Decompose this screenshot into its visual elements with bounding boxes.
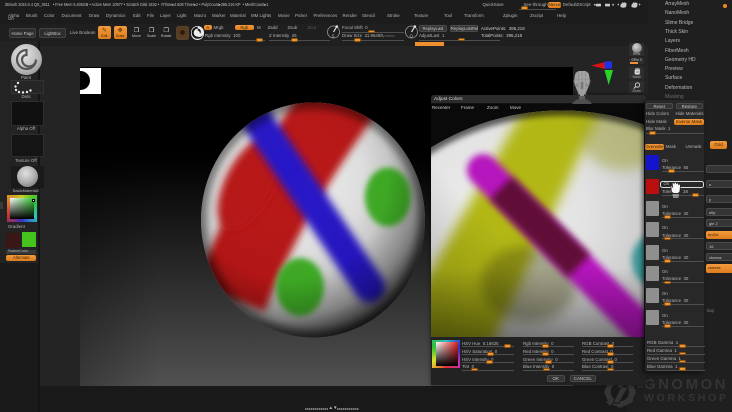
svg-text:O: O — [410, 33, 414, 38]
svg-text:WORKSHOP: WORKSHOP — [644, 392, 726, 404]
svg-text:GNOMON: GNOMON — [644, 376, 726, 393]
svg-text:S: S — [332, 33, 335, 38]
